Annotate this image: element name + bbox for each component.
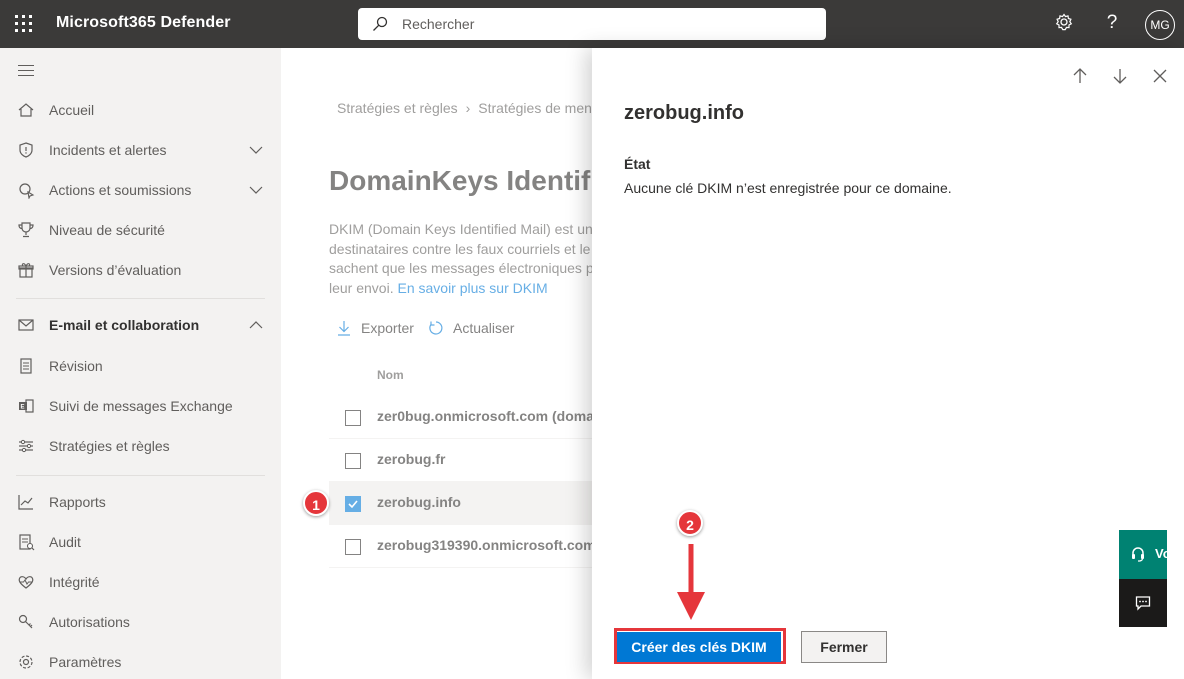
sidebar-item-label: Suivi de messages Exchange [49, 398, 233, 414]
key-icon [18, 614, 33, 629]
sidebar-item-label: Accueil [49, 102, 95, 118]
panel-title: zerobug.info [624, 102, 744, 124]
sidebar-item-strategies-regles[interactable]: Stratégies et règles [0, 426, 281, 466]
chevron-down-icon[interactable] [249, 183, 263, 197]
svg-text:E: E [21, 405, 25, 411]
trophy-icon [18, 222, 34, 238]
sidebar-item-label: Incidents et alertes [49, 142, 167, 158]
top-bar: Microsoft365 Defender Rechercher ? MG [0, 0, 1184, 48]
avatar[interactable]: MG [1145, 10, 1175, 40]
gear-icon [19, 655, 33, 669]
step-2-badge: 2 [677, 510, 703, 536]
sidebar-item-label: Rapports [49, 494, 106, 510]
annotation-arrow-icon [677, 544, 705, 620]
feedback-widget-button[interactable] [1119, 579, 1167, 627]
mail-icon [18, 319, 34, 331]
sidebar-item-label: Stratégies et règles [49, 438, 170, 454]
arrow-up-icon[interactable] [1070, 66, 1090, 86]
sidebar-divider [16, 298, 265, 299]
sidebar-item-label: Versions d’évaluation [49, 262, 182, 278]
hamburger-menu-icon[interactable] [18, 65, 34, 77]
sidebar-item-parametres[interactable]: Paramètres [0, 642, 281, 679]
sidebar-item-email-collaboration[interactable]: E-mail et collaboration [0, 305, 281, 345]
sidebar-item-label: Paramètres [49, 654, 122, 670]
help-icon[interactable]: ? [1100, 12, 1124, 36]
create-dkim-keys-button[interactable]: Créer des clés DKIM [617, 632, 781, 662]
step-1-badge: 1 [303, 490, 329, 516]
search-placeholder: Rechercher [402, 16, 475, 32]
gift-icon [18, 263, 34, 278]
sidebar-item-autorisations[interactable]: Autorisations [0, 602, 281, 642]
chevron-up-icon[interactable] [249, 318, 263, 332]
close-icon[interactable] [1150, 66, 1170, 86]
sidebar-item-integrite[interactable]: Intégrité [0, 562, 281, 602]
sidebar-divider [16, 475, 265, 476]
sidebar-item-label: Actions et soumissions [49, 182, 192, 198]
sidebar: Accueil Incidents et alertes Actions et … [0, 48, 281, 679]
sidebar-item-rapports[interactable]: Rapports [0, 482, 281, 522]
heart-icon [18, 576, 34, 589]
chat-icon [1135, 596, 1151, 611]
sidebar-item-label: Révision [49, 358, 103, 374]
sidebar-item-accueil[interactable]: Accueil [0, 90, 281, 130]
shield-icon [19, 142, 33, 158]
sidebar-item-niveau-securite[interactable]: Niveau de sécurité [0, 210, 281, 250]
help-widget-label: Vo [1155, 546, 1171, 561]
sidebar-item-suivi-messages-exchange[interactable]: E Suivi de messages Exchange [0, 386, 281, 426]
actions-icon [19, 183, 35, 199]
sidebar-item-audit[interactable]: Audit [0, 522, 281, 562]
help-widget-button[interactable]: Vo [1119, 530, 1171, 579]
home-icon [18, 103, 34, 117]
sidebar-item-actions[interactable]: Actions et soumissions [0, 170, 281, 210]
sidebar-item-label: Intégrité [49, 574, 100, 590]
sidebar-item-incidents[interactable]: Incidents et alertes [0, 130, 281, 170]
headset-icon [1132, 547, 1144, 562]
search-input[interactable]: Rechercher [358, 8, 826, 40]
sidebar-item-label: E-mail et collaboration [49, 317, 200, 333]
chart-icon [18, 495, 33, 510]
close-button[interactable]: Fermer [801, 631, 887, 663]
sidebar-item-versions-evaluation[interactable]: Versions d’évaluation [0, 250, 281, 290]
sidebar-item-label: Autorisations [49, 614, 130, 630]
state-value: Aucune clé DKIM n’est enregistrée pour c… [624, 180, 952, 196]
audit-icon [19, 534, 35, 551]
review-icon [20, 358, 32, 374]
settings-gear-icon[interactable] [1052, 12, 1076, 36]
search-icon [373, 16, 388, 31]
app-title[interactable]: Microsoft365 Defender [56, 14, 231, 32]
app-launcher-icon[interactable] [15, 15, 33, 33]
sidebar-item-label: Niveau de sécurité [49, 222, 165, 238]
arrow-down-icon[interactable] [1110, 66, 1130, 86]
sidebar-item-revision[interactable]: Révision [0, 346, 281, 386]
chevron-down-icon[interactable] [249, 143, 263, 157]
state-label: État [624, 156, 651, 172]
sidebar-item-label: Audit [49, 534, 81, 550]
policies-icon [19, 439, 33, 453]
exchange-icon: E [19, 399, 34, 413]
